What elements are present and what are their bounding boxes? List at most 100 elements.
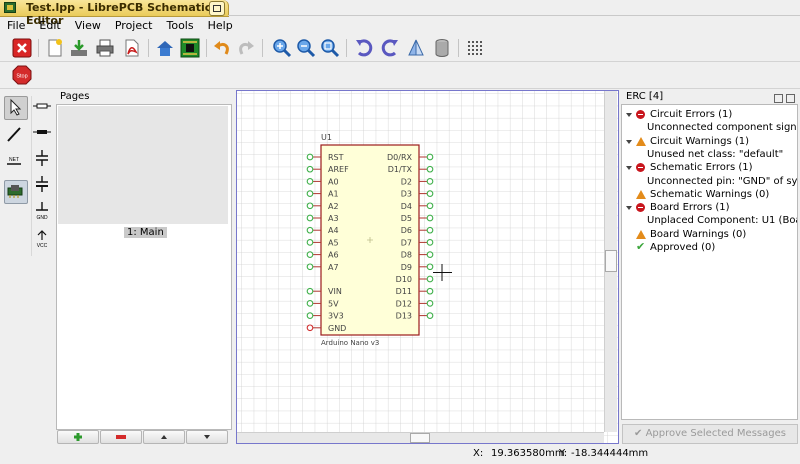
- warning-icon: [636, 189, 646, 199]
- pages-panel-title: Pages: [60, 91, 90, 102]
- schematic-drawing[interactable]: U1 RST AREF A0 A1 A2 A3 A4 A5 A6 A7 VIN 5V 3V3 GND D0…: [237, 91, 618, 443]
- page-item-main[interactable]: 1: Main: [124, 227, 167, 238]
- pin-label: D8: [401, 251, 412, 260]
- schematic-canvas[interactable]: U1 RST AREF A0 A1 A2 A3 A4 A5 A6 A7 VIN 5V 3V3 GND D0…: [236, 90, 619, 444]
- pin-label: D9: [401, 263, 412, 272]
- rotate-cw-icon[interactable]: [380, 38, 400, 58]
- redo-icon[interactable]: [236, 38, 256, 58]
- add-capacitor-tool[interactable]: [32, 148, 54, 170]
- pin-label: A0: [328, 177, 339, 186]
- print-icon[interactable]: [95, 38, 115, 58]
- horizontal-scroll-thumb[interactable]: [410, 433, 430, 443]
- grid-icon[interactable]: [465, 38, 485, 58]
- pin-label: D13: [396, 312, 412, 321]
- page-thumbnail[interactable]: [58, 106, 228, 224]
- add-polarized-capacitor-tool[interactable]: [32, 174, 54, 196]
- pin-label: AREF: [328, 165, 349, 174]
- draw-wire-tool[interactable]: [4, 124, 26, 146]
- erc-row-text: Circuit Warnings (1): [650, 135, 750, 147]
- add-page-button[interactable]: [57, 430, 99, 444]
- approved-icon: ✔: [636, 240, 646, 253]
- remove-page-button[interactable]: [100, 430, 142, 444]
- database-icon[interactable]: [432, 38, 452, 58]
- inductor-icon: [33, 130, 51, 134]
- close-panel-button[interactable]: [786, 94, 795, 103]
- zoom-out-icon[interactable]: [296, 38, 316, 58]
- rotate-ccw-icon[interactable]: [354, 38, 374, 58]
- stop-icon[interactable]: Stop: [12, 65, 32, 85]
- approve-selected-button[interactable]: ✔ Approve Selected Messages: [622, 424, 798, 444]
- menu-file[interactable]: File: [0, 17, 32, 35]
- new-sheet-icon[interactable]: [45, 38, 65, 58]
- add-gnd-tool[interactable]: GND: [32, 200, 54, 222]
- move-page-up-button[interactable]: [143, 430, 185, 444]
- title-divider: [228, 15, 800, 16]
- pin-label: D3: [401, 190, 412, 199]
- pin-label: D12: [396, 299, 412, 308]
- mirror-icon[interactable]: [406, 38, 426, 58]
- erc-row-text: Unplaced Component: U1 (Boar...: [647, 215, 798, 227]
- title-bar[interactable]: Test.lpp - LibrePCB Schematic Editor: [0, 0, 229, 27]
- erc-row-text: Board Errors (1): [650, 202, 730, 214]
- erc-panel-title: ERC [4]: [626, 91, 664, 102]
- erc-row-text: Schematic Warnings (0): [650, 188, 770, 200]
- arrow-up-icon: [161, 435, 167, 439]
- pin-label: A5: [328, 238, 339, 247]
- pin-label: A3: [328, 214, 339, 223]
- erc-message-list[interactable]: Circuit Errors (1) Unconnected component …: [621, 104, 798, 420]
- error-icon: [636, 163, 645, 173]
- expand-arrow-icon[interactable]: [626, 206, 632, 211]
- erc-row-text: Schematic Errors (1): [650, 162, 753, 174]
- cursor-x-value: 19.363580mm: [491, 448, 565, 459]
- zoom-in-icon[interactable]: [272, 38, 292, 58]
- add-inductor-tool[interactable]: [32, 122, 54, 144]
- cursor-y-label: Y:: [559, 448, 568, 459]
- select-tool[interactable]: [4, 96, 28, 120]
- pin-label: D2: [401, 177, 412, 186]
- add-component-tool[interactable]: [4, 180, 28, 204]
- expand-arrow-icon[interactable]: [626, 166, 632, 171]
- menu-edit[interactable]: Edit: [32, 17, 67, 35]
- erc-row-text: Unused net class: "default": [647, 148, 784, 160]
- zoom-all-icon[interactable]: [320, 38, 340, 58]
- pin-label: 5V: [328, 299, 339, 308]
- menu-help[interactable]: Help: [201, 17, 240, 35]
- undo-icon[interactable]: [212, 38, 232, 58]
- expand-arrow-icon[interactable]: [626, 139, 632, 144]
- add-resistor-tool[interactable]: [32, 96, 54, 118]
- toolbar-separator: [148, 39, 149, 57]
- capacitor-icon: [36, 150, 48, 166]
- erc-row-text: Unconnected pin: "GND" of sy...: [647, 175, 798, 187]
- move-page-down-button[interactable]: [186, 430, 228, 444]
- pin-label: D6: [401, 226, 412, 235]
- menu-view[interactable]: View: [68, 17, 108, 35]
- warning-icon: [636, 229, 646, 239]
- save-icon[interactable]: [69, 38, 89, 58]
- toolbar-separator: [346, 39, 347, 57]
- arrow-down-icon: [204, 435, 210, 439]
- toolbar-separator: [206, 39, 207, 57]
- toolbar-separator: [458, 39, 459, 57]
- expand-arrow-icon[interactable]: [626, 113, 632, 117]
- menu-tools[interactable]: Tools: [159, 17, 200, 35]
- vertical-scroll-thumb[interactable]: [605, 250, 617, 272]
- add-vcc-tool[interactable]: VCC: [32, 228, 54, 250]
- maximize-button[interactable]: [209, 1, 225, 16]
- pin-label: RST: [328, 153, 344, 162]
- resistor-icon: [33, 103, 51, 109]
- home-icon[interactable]: [155, 38, 175, 58]
- polarized-capacitor-icon: [36, 176, 48, 192]
- erc-row-text: Circuit Errors (1): [650, 109, 733, 120]
- float-panel-button[interactable]: [774, 94, 783, 103]
- board-editor-icon[interactable]: [180, 38, 200, 58]
- menu-project[interactable]: Project: [108, 17, 160, 35]
- net-label-tool[interactable]: NET: [4, 152, 26, 174]
- svg-text:GND: GND: [36, 215, 48, 221]
- component-icon: [7, 185, 23, 198]
- minus-icon: [116, 435, 126, 439]
- pin-label: D5: [401, 214, 412, 223]
- close-project-icon[interactable]: [12, 38, 32, 58]
- pin-label: D4: [401, 202, 412, 211]
- export-pdf-icon[interactable]: [122, 38, 142, 58]
- pin-label: VIN: [328, 287, 342, 296]
